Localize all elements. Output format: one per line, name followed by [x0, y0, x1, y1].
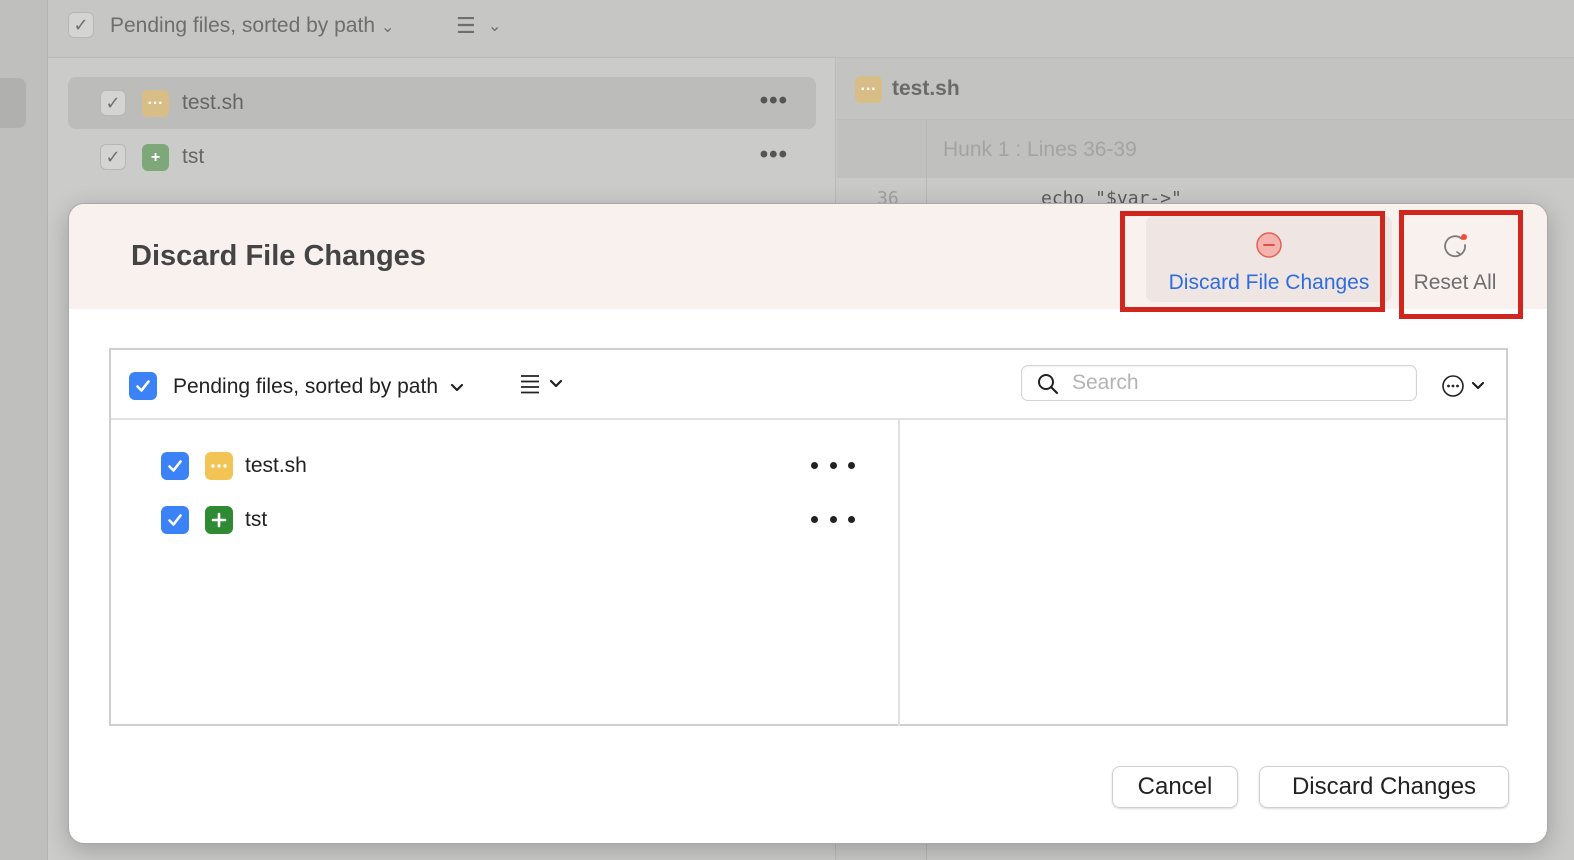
ellipsis-circle-icon — [1442, 375, 1464, 397]
list-item[interactable]: ✓ ··· test.sh ••• — [68, 77, 816, 129]
added-file-icon: + — [142, 144, 169, 171]
search-field[interactable] — [1021, 365, 1417, 401]
file-name: tst — [245, 508, 268, 531]
hunk-header: Hunk 1 : Lines 36-39 — [837, 120, 1574, 178]
cancel-button[interactable]: Cancel — [1112, 766, 1238, 808]
more-options-icon[interactable]: ••• — [760, 87, 788, 115]
background-toolbar: ✓ Pending files, sorted by path ⌄ ☰ ⌄ — [48, 0, 1574, 58]
minus-circle-icon — [1256, 232, 1282, 258]
dialog-title: Discard File Changes — [131, 240, 426, 272]
file-name: test.sh — [245, 454, 307, 477]
modified-file-icon: ··· — [142, 90, 169, 117]
sort-label: Pending files, sorted by path — [173, 375, 439, 398]
modified-file-icon — [205, 452, 233, 480]
file-checkbox[interactable]: ✓ — [100, 90, 126, 116]
modified-file-icon: ··· — [855, 76, 882, 103]
added-file-icon — [205, 506, 233, 534]
file-list: test.sh tst — [111, 420, 900, 726]
discard-changes-dialog: Discard File Changes Discard File Change… — [68, 203, 1548, 844]
list-item[interactable]: ✓ + tst ••• — [68, 131, 816, 183]
file-checkbox[interactable] — [161, 452, 189, 480]
reset-all-tab[interactable]: Reset All — [1403, 216, 1507, 302]
checkmark-icon — [168, 460, 182, 472]
preview-pane — [902, 420, 1506, 726]
diff-file-name: test.sh — [892, 77, 960, 100]
sort-label: Pending files, sorted by path — [110, 14, 376, 37]
list-view-icon[interactable]: ☰ — [456, 13, 476, 39]
select-all-checkbox[interactable] — [129, 372, 157, 400]
list-view-menu[interactable] — [519, 373, 563, 395]
checkmark-icon — [136, 380, 150, 392]
sidebar-strip — [0, 0, 48, 860]
list-item[interactable]: test.sh — [111, 440, 900, 490]
file-checkbox[interactable]: ✓ — [100, 144, 126, 170]
file-checkbox[interactable] — [161, 506, 189, 534]
select-all-checkbox[interactable]: ✓ — [68, 12, 94, 38]
sort-dropdown[interactable]: Pending files, sorted by path ⌄ — [110, 14, 394, 38]
discard-file-changes-tab[interactable]: Discard File Changes — [1146, 216, 1392, 302]
more-options-menu[interactable] — [1441, 374, 1485, 398]
more-options-icon[interactable]: ••• — [760, 141, 788, 169]
chevron-down-icon — [1471, 381, 1485, 390]
discard-changes-button[interactable]: Discard Changes — [1259, 766, 1509, 808]
chevron-down-icon[interactable]: ⌄ — [488, 16, 501, 36]
checkmark-icon — [168, 514, 182, 526]
chevron-down-icon: ⌄ — [381, 19, 395, 36]
file-name: test.sh — [182, 91, 244, 114]
file-selection-panel: Pending files, sorted by path Search tes… — [109, 348, 1508, 726]
sidebar-selected-item[interactable] — [0, 78, 26, 128]
more-options-icon[interactable] — [811, 506, 855, 532]
reset-icon — [1444, 234, 1467, 258]
reset-all-label: Reset All — [1413, 271, 1497, 294]
chevron-down-icon — [549, 379, 563, 388]
more-options-icon[interactable] — [811, 452, 855, 478]
file-name: tst — [182, 145, 205, 168]
panel-toolbar: Pending files, sorted by path — [111, 350, 1506, 420]
sort-dropdown[interactable]: Pending files, sorted by path — [173, 375, 464, 399]
list-view-icon — [521, 375, 539, 394]
search-input[interactable] — [1072, 370, 1402, 396]
chevron-down-icon — [450, 383, 463, 392]
diff-header: ··· test.sh — [837, 58, 1574, 120]
hunk-label: Hunk 1 : Lines 36-39 — [943, 138, 1137, 161]
list-item[interactable]: tst — [111, 494, 900, 544]
dialog-header: Discard File Changes Discard File Change… — [69, 204, 1547, 309]
search-icon — [1038, 374, 1059, 395]
discard-file-changes-label: Discard File Changes — [1168, 271, 1370, 294]
